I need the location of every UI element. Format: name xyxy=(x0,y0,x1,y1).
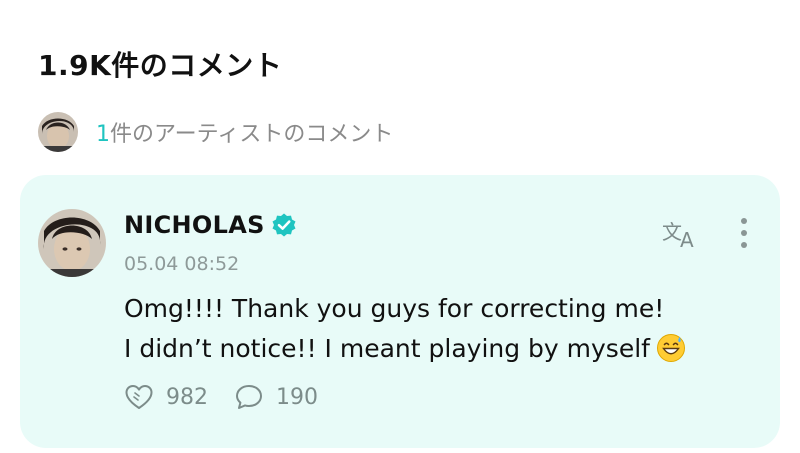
artist-comments-text: 件のアーティストのコメント xyxy=(110,122,394,147)
comment-line-2: I didn’t notice!! I meant playing by mys… xyxy=(124,334,650,363)
avatar[interactable] xyxy=(38,209,106,277)
verified-check-icon xyxy=(272,213,296,237)
svg-text:A: A xyxy=(680,228,694,249)
translate-icon[interactable]: 文 A xyxy=(660,217,702,249)
comment-line-1: Omg!!!! Thank you guys for correcting me… xyxy=(124,294,665,323)
artist-avatar-small xyxy=(38,112,78,152)
comment-body: Omg!!!! Thank you guys for correcting me… xyxy=(124,289,744,369)
artist-comments-label: 1件のアーティストのコメント xyxy=(96,116,393,148)
heart-like-icon xyxy=(125,385,153,409)
grinning-face-with-sweat-icon xyxy=(656,334,685,362)
more-vertical-icon[interactable] xyxy=(734,215,754,251)
like-button[interactable]: 982 xyxy=(124,383,208,411)
artist-comments-count: 1 xyxy=(96,122,110,147)
author-row: NICHOLAS xyxy=(124,211,297,239)
comments-count-title: 1.9K件のコメント xyxy=(38,49,283,82)
comment-actions: 982 190 xyxy=(124,383,318,411)
artist-comment-card: NICHOLAS 05.04 08:52 文 A Omg!!!! Thank y… xyxy=(20,175,780,448)
author-name[interactable]: NICHOLAS xyxy=(124,211,265,239)
comment-timestamp: 05.04 08:52 xyxy=(124,253,240,275)
like-count: 982 xyxy=(166,384,208,410)
comment-bubble-icon xyxy=(236,385,262,409)
artist-comments-filter[interactable]: 1件のアーティストのコメント xyxy=(38,112,393,152)
reply-count: 190 xyxy=(276,384,318,410)
reply-button[interactable]: 190 xyxy=(234,383,318,411)
svg-text:文: 文 xyxy=(662,220,682,244)
